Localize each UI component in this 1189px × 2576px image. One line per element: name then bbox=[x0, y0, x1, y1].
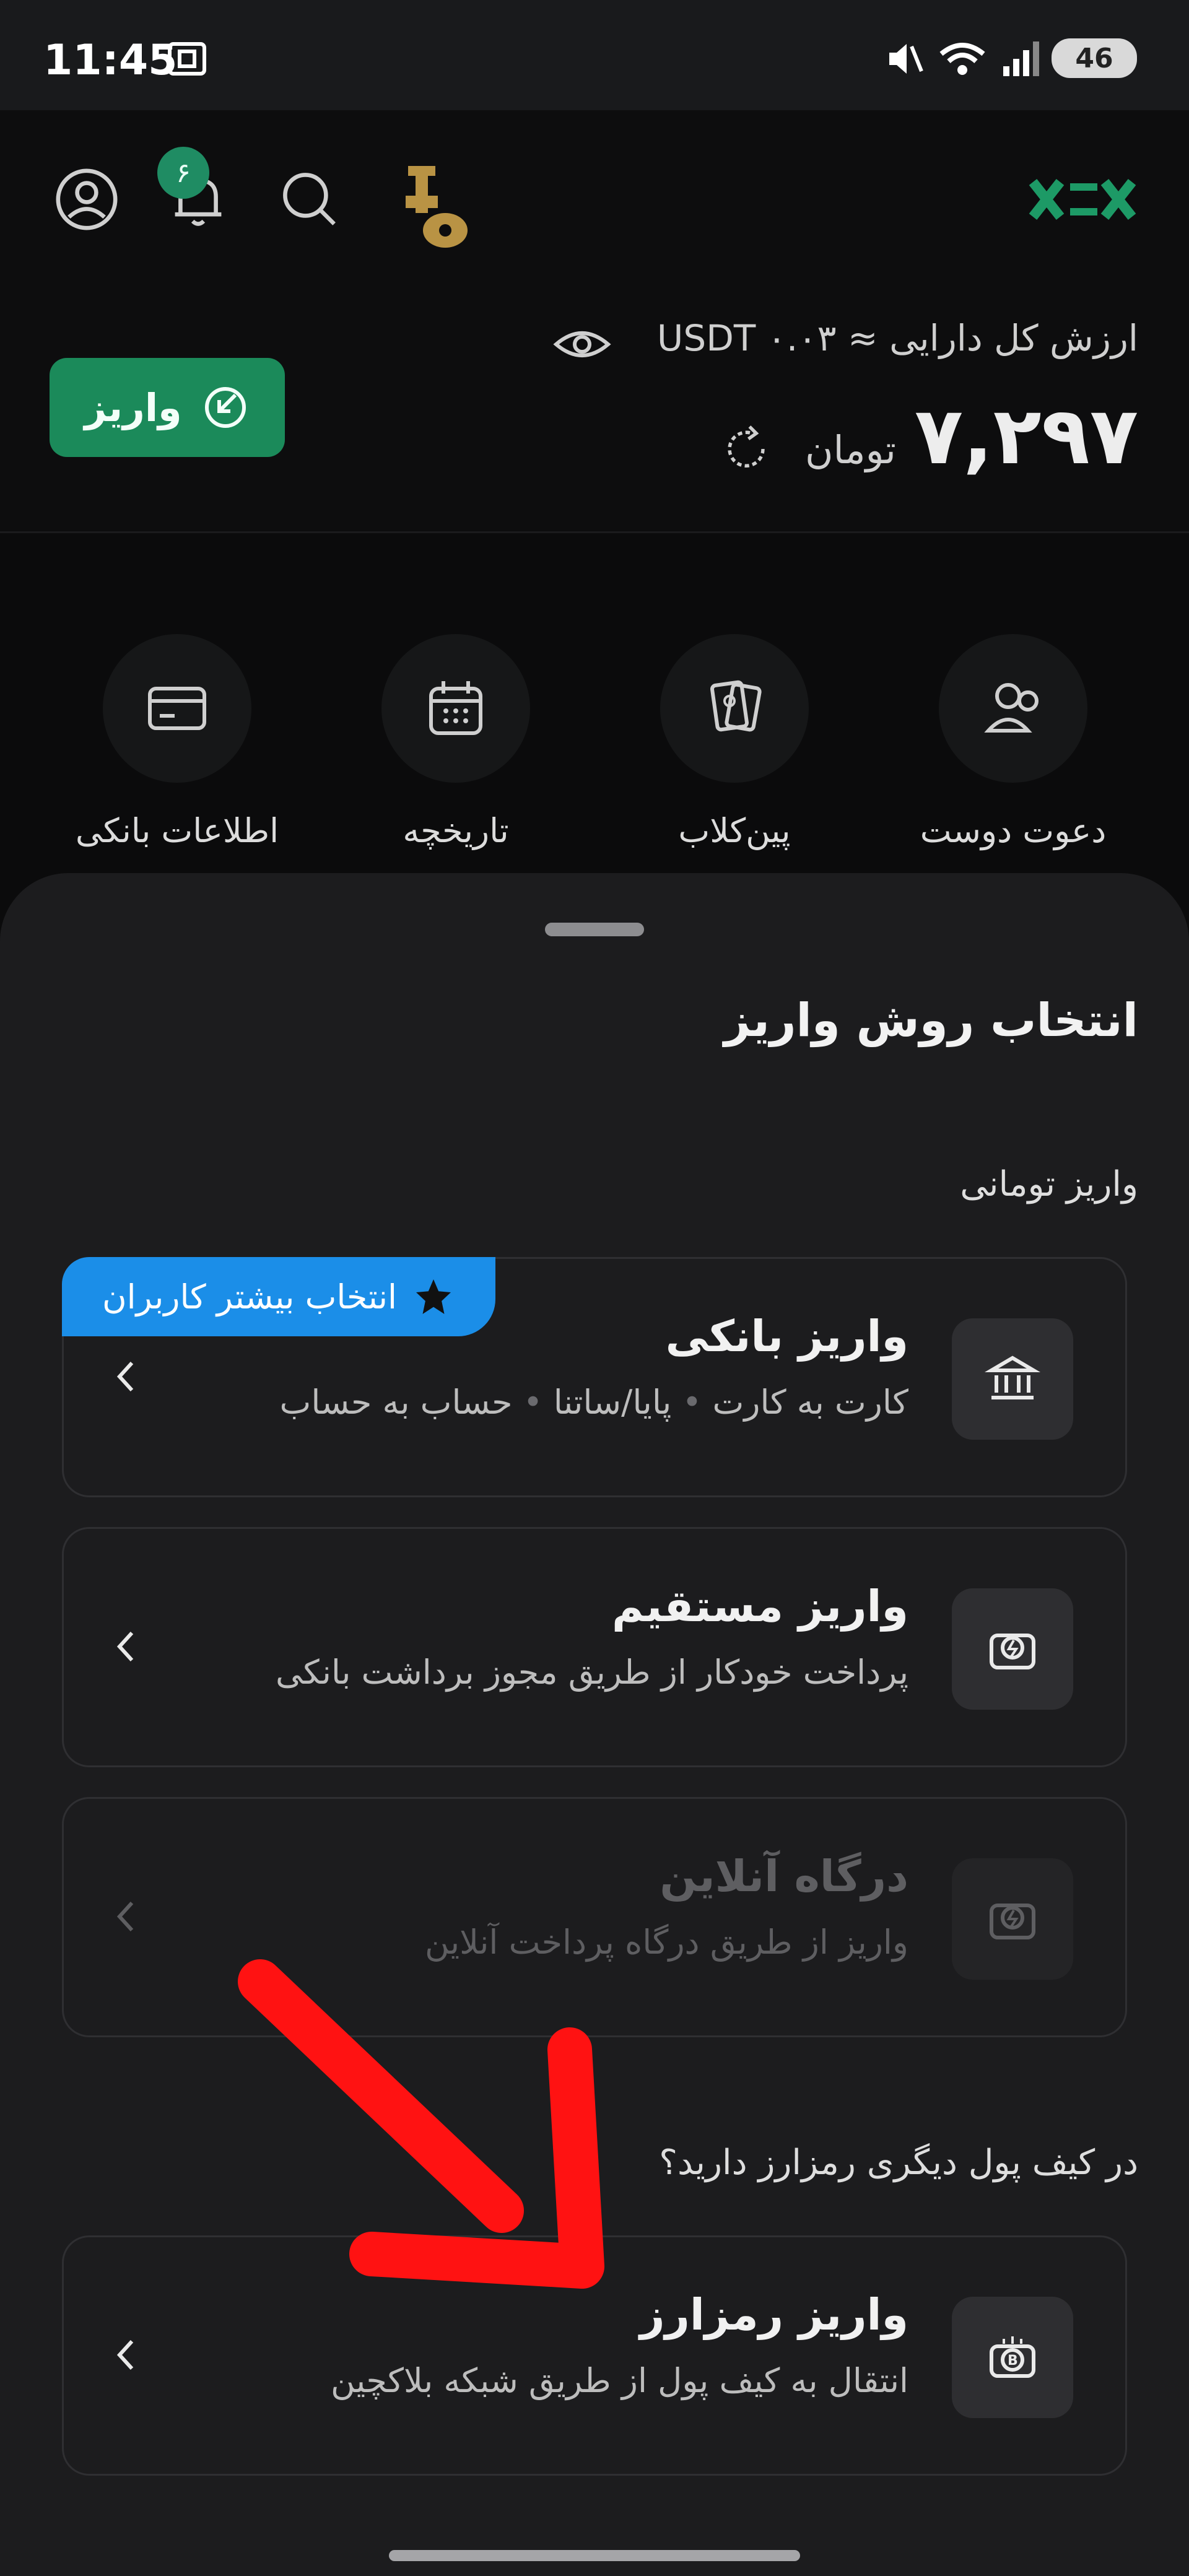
eye-icon bbox=[553, 331, 611, 357]
deposit-option-direct-desc: پرداخت خودکار از طریق مجوز برداشت بانکی bbox=[276, 1653, 908, 1692]
svg-text:B: B bbox=[1008, 2353, 1018, 2369]
deposit-icon bbox=[204, 387, 246, 428]
balance-value: ۷,۲۹۷ bbox=[914, 390, 1138, 482]
separator-dot: • bbox=[512, 1383, 543, 1422]
user-icon bbox=[56, 168, 118, 230]
gateway-icon-box bbox=[952, 1858, 1073, 1980]
wifi-icon bbox=[936, 34, 986, 84]
chevron-left-icon bbox=[107, 2330, 144, 2380]
card-icon bbox=[148, 687, 206, 730]
most-popular-badge-label: انتخاب بیشتر کاربران bbox=[102, 1277, 398, 1316]
logo-icon bbox=[1029, 179, 1136, 220]
screen-record-icon bbox=[162, 34, 212, 84]
search-icon bbox=[283, 173, 336, 225]
battery-indicator: 46 bbox=[1052, 38, 1137, 78]
notification-badge: ۶ bbox=[157, 147, 209, 199]
mute-icon bbox=[879, 34, 929, 84]
wallet-bolt-icon bbox=[990, 1904, 1035, 1939]
section-label-crypto: در کیف پول دیگری رمزارز دارید؟ bbox=[659, 2143, 1138, 2183]
sheet-grabber[interactable] bbox=[545, 923, 644, 936]
quick-action-label-pinclub: پین‌کلاب bbox=[678, 811, 791, 850]
direct-icon-box bbox=[952, 1588, 1073, 1710]
status-time: 11:45 bbox=[43, 36, 178, 85]
quick-action-bank-info[interactable] bbox=[103, 634, 251, 783]
deposit-option-gateway-title: درگاه آنلاین bbox=[660, 1851, 908, 1902]
quick-action-invite[interactable] bbox=[939, 634, 1087, 783]
deposit-option-bank-desc: کارت به کارت • پایا/ساتنا • حساب به حساب bbox=[279, 1383, 908, 1422]
annotation-arrow bbox=[238, 1959, 604, 2289]
pin-coin-icon bbox=[406, 166, 468, 248]
bank-icon bbox=[984, 1355, 1041, 1399]
signal-icon bbox=[998, 34, 1048, 84]
crypto-icon-box: B bbox=[952, 2297, 1073, 2418]
deposit-button[interactable]: واریز bbox=[50, 358, 285, 457]
chevron-left-icon bbox=[107, 1622, 144, 1671]
refresh-icon bbox=[728, 425, 765, 468]
quick-action-label-bank-info: اطلاعات بانکی bbox=[75, 811, 279, 850]
star-icon bbox=[416, 1279, 451, 1314]
chevron-left-icon bbox=[107, 1892, 144, 1941]
deposit-button-label: واریز bbox=[84, 385, 182, 430]
wallet-bolt-icon bbox=[990, 1634, 1035, 1669]
most-popular-badge: انتخاب بیشتر کاربران bbox=[62, 1257, 495, 1336]
battery-level: 46 bbox=[1075, 42, 1113, 74]
quick-action-label-invite: دعوت دوست bbox=[920, 811, 1107, 850]
search-button[interactable] bbox=[272, 162, 347, 237]
sheet-title: انتخاب روش واریز bbox=[724, 994, 1138, 1047]
quick-action-history[interactable] bbox=[381, 634, 530, 783]
bitcoin-wallet-icon: B bbox=[990, 2336, 1035, 2378]
separator-dot: • bbox=[671, 1383, 702, 1422]
header-divider bbox=[0, 531, 1189, 533]
currency-label: تومان bbox=[805, 427, 896, 472]
tickets-icon bbox=[710, 680, 762, 732]
users-icon bbox=[984, 683, 1039, 733]
quick-action-pinclub[interactable] bbox=[660, 634, 809, 783]
deposit-option-gateway-desc: واریز از طریق درگاه پرداخت آنلاین bbox=[425, 1923, 908, 1962]
desc-part-card-to-card: کارت به کارت bbox=[712, 1383, 908, 1422]
refresh-button[interactable] bbox=[712, 415, 780, 483]
home-indicator[interactable] bbox=[389, 2550, 800, 2561]
deposit-option-bank-title: واریز بانکی bbox=[665, 1311, 908, 1362]
quick-action-label-history: تاریخچه bbox=[403, 811, 509, 850]
toggle-visibility-button[interactable] bbox=[545, 307, 619, 381]
desc-part-account-to-account: حساب به حساب bbox=[279, 1383, 513, 1422]
deposit-option-crypto-title: واریز رمزارز bbox=[640, 2289, 908, 2340]
deposit-option-direct-title: واریز مستقیم bbox=[612, 1581, 908, 1632]
pin-club-button[interactable] bbox=[390, 159, 489, 264]
deposit-option-crypto-desc: انتقال به کیف پول از طریق شبکه بلاکچین bbox=[331, 2361, 908, 2400]
bank-icon-box bbox=[952, 1318, 1073, 1440]
profile-button[interactable] bbox=[50, 162, 124, 237]
section-label-toman: واریز تومانی bbox=[960, 1164, 1138, 1204]
total-assets-label: ارزش کل دارایی ≈ USDT ۰.۰۳ bbox=[656, 317, 1138, 359]
app-logo bbox=[1028, 175, 1139, 227]
chevron-left-icon bbox=[107, 1352, 144, 1401]
calendar-icon bbox=[429, 681, 482, 735]
desc-part-paya-satna: پایا/ساتنا bbox=[553, 1383, 672, 1422]
deposit-option-direct[interactable]: واریز مستقیم پرداخت خودکار از طریق مجوز … bbox=[62, 1527, 1127, 1767]
